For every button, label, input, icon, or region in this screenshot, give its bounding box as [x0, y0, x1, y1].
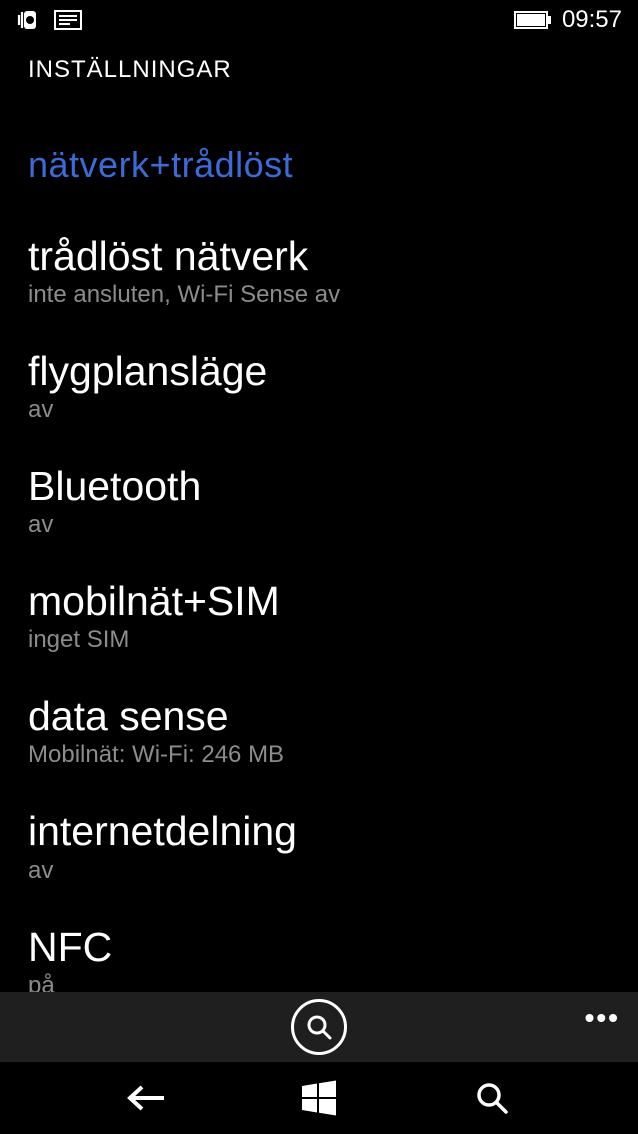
- pivot-title: nätverk+trådlöst: [28, 144, 610, 186]
- status-time: 09:57: [562, 6, 622, 34]
- setting-data-sense[interactable]: data sense Mobilnät: Wi-Fi: 246 MB: [28, 694, 610, 769]
- search-icon: [474, 1080, 510, 1116]
- start-button[interactable]: [279, 1068, 359, 1128]
- status-right: 09:57: [514, 6, 622, 34]
- setting-airplane-mode[interactable]: flygplansläge av: [28, 349, 610, 424]
- header: INSTÄLLNINGAR: [0, 40, 638, 84]
- more-button[interactable]: •••: [585, 1002, 620, 1034]
- setting-title: data sense: [28, 694, 610, 739]
- page-title: INSTÄLLNINGAR: [28, 56, 610, 84]
- message-icon: [54, 10, 82, 30]
- setting-title: NFC: [28, 925, 610, 970]
- status-left: [16, 9, 82, 31]
- setting-title: Bluetooth: [28, 464, 610, 509]
- search-nav-button[interactable]: [452, 1068, 532, 1128]
- setting-wireless-network[interactable]: trådlöst nätverk inte ansluten, Wi-Fi Se…: [28, 234, 610, 309]
- setting-subtitle: inget SIM: [28, 626, 610, 654]
- setting-subtitle: av: [28, 396, 610, 424]
- windows-icon: [299, 1078, 339, 1118]
- settings-list: trådlöst nätverk inte ansluten, Wi-Fi Se…: [0, 186, 638, 1000]
- search-icon: [305, 1013, 333, 1041]
- setting-subtitle: Mobilnät: Wi-Fi: 246 MB: [28, 741, 610, 769]
- setting-subtitle: av: [28, 857, 610, 885]
- app-bar: •••: [0, 992, 638, 1062]
- pivot-header[interactable]: nätverk+trådlöst: [0, 84, 638, 186]
- back-button[interactable]: [106, 1068, 186, 1128]
- setting-title: trådlöst nätverk: [28, 234, 610, 279]
- setting-nfc[interactable]: NFC på: [28, 925, 610, 1000]
- setting-bluetooth[interactable]: Bluetooth av: [28, 464, 610, 539]
- setting-title: mobilnät+SIM: [28, 579, 610, 624]
- status-bar: 09:57: [0, 0, 638, 40]
- setting-internet-sharing[interactable]: internetdelning av: [28, 809, 610, 884]
- nav-bar: [0, 1062, 638, 1134]
- setting-title: flygplansläge: [28, 349, 610, 394]
- more-icon: •••: [585, 1002, 620, 1033]
- setting-subtitle: inte ansluten, Wi-Fi Sense av: [28, 281, 610, 309]
- back-icon: [124, 1084, 168, 1112]
- setting-subtitle: av: [28, 511, 610, 539]
- vibrate-icon: [16, 9, 42, 31]
- battery-icon: [514, 11, 552, 29]
- setting-title: internetdelning: [28, 809, 610, 854]
- setting-cellular-sim[interactable]: mobilnät+SIM inget SIM: [28, 579, 610, 654]
- search-button[interactable]: [291, 999, 347, 1055]
